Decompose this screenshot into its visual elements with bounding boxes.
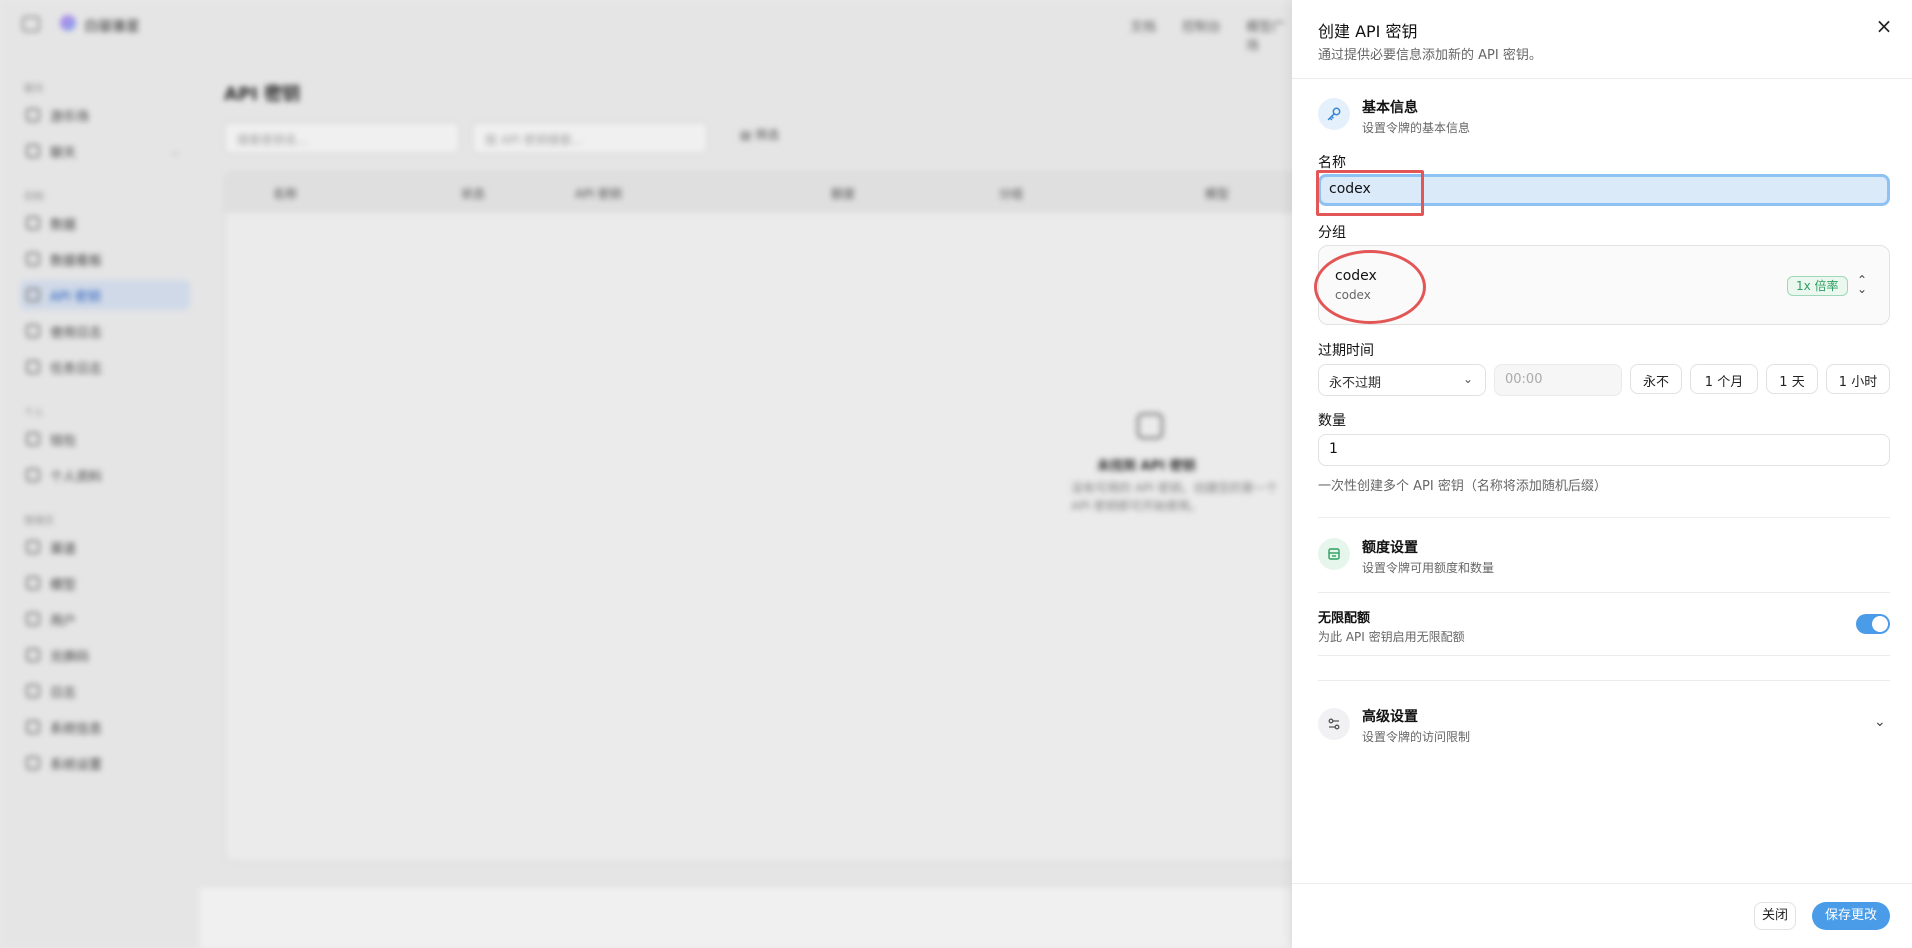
close-icon[interactable]: × bbox=[1872, 14, 1896, 38]
chevron-down-icon: ⌄ bbox=[1462, 372, 1473, 386]
expiry-select[interactable]: 永不过期 ⌄ bbox=[1318, 364, 1486, 396]
divider bbox=[1318, 592, 1890, 593]
unlimited-toggle[interactable] bbox=[1856, 614, 1890, 634]
key-icon bbox=[1318, 98, 1350, 130]
save-button[interactable]: 保存更改 bbox=[1812, 902, 1890, 930]
name-label: 名称 bbox=[1318, 155, 1346, 171]
expiry-1hour-button[interactable]: 1 小时 bbox=[1826, 364, 1890, 394]
expiry-time-input[interactable]: 00:00 bbox=[1494, 364, 1622, 396]
expiry-1month-button[interactable]: 1 个月 bbox=[1690, 364, 1758, 394]
basic-info-title: 基本信息 bbox=[1362, 100, 1418, 116]
close-button[interactable]: 关闭 bbox=[1754, 902, 1796, 930]
wallet-icon bbox=[1318, 538, 1350, 570]
count-input[interactable]: 1 bbox=[1318, 434, 1890, 466]
annotation-rectangle bbox=[1316, 170, 1424, 216]
ratio-badge: 1x 倍率 bbox=[1787, 276, 1848, 296]
quota-subtitle: 设置令牌可用额度和数量 bbox=[1362, 561, 1495, 575]
quota-title: 额度设置 bbox=[1362, 540, 1418, 556]
basic-info-subtitle: 设置令牌的基本信息 bbox=[1362, 121, 1471, 135]
chevron-updown-icon: ⌃ ⌄ bbox=[1857, 273, 1868, 296]
create-key-drawer: 创建 API 密钥 通过提供必要信息添加新的 API 密钥。 × 基本信息 设置… bbox=[1292, 0, 1912, 948]
unlimited-title: 无限配额 bbox=[1318, 611, 1371, 626]
advanced-subtitle: 设置令牌的访问限制 bbox=[1362, 730, 1471, 744]
divider bbox=[1318, 517, 1890, 518]
footer-divider bbox=[1292, 883, 1912, 884]
sliders-icon bbox=[1318, 708, 1350, 740]
divider bbox=[1318, 680, 1890, 681]
count-label: 数量 bbox=[1318, 413, 1346, 429]
unlimited-subtitle: 为此 API 密钥启用无限配额 bbox=[1318, 630, 1465, 644]
group-label: 分组 bbox=[1318, 225, 1346, 241]
advanced-title: 高级设置 bbox=[1362, 709, 1418, 725]
expiry-1day-button[interactable]: 1 天 bbox=[1766, 364, 1818, 394]
annotation-ellipse bbox=[1314, 250, 1426, 324]
expiry-never-button[interactable]: 永不 bbox=[1630, 364, 1682, 394]
drawer-subtitle: 通过提供必要信息添加新的 API 密钥。 bbox=[1318, 48, 1542, 63]
modal-overlay[interactable] bbox=[0, 0, 1292, 948]
count-helper: 一次性创建多个 API 密钥（名称将添加随机后缀） bbox=[1318, 479, 1607, 494]
divider bbox=[1292, 78, 1912, 79]
drawer-title: 创建 API 密钥 bbox=[1318, 22, 1418, 41]
divider bbox=[1318, 655, 1890, 656]
expiry-label: 过期时间 bbox=[1318, 343, 1374, 359]
chevron-down-icon[interactable]: ⌄ bbox=[1874, 714, 1886, 730]
